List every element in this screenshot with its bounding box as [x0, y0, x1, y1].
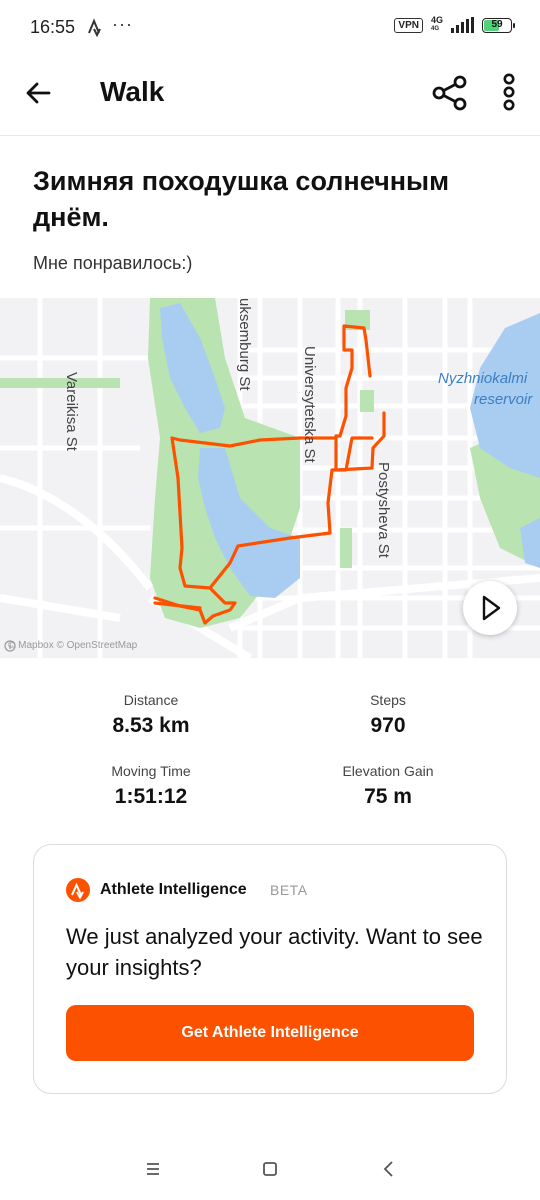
stat-moving-time: Moving Time 1:51:12	[31, 763, 271, 809]
stat-value: 75 m	[364, 785, 412, 808]
map-label-luxemburg-st: uksemburg St	[236, 298, 253, 391]
back-chevron-icon[interactable]	[376, 1156, 402, 1182]
map-label-water-2: reservoir	[474, 391, 533, 408]
activity-title: Зимняя походушка солнечным днём.	[33, 166, 450, 232]
stat-label: Steps	[370, 692, 406, 708]
stat-elevation-gain: Elevation Gain 75 m	[268, 763, 508, 809]
stat-label: Distance	[123, 692, 179, 708]
strava-logo-icon	[66, 878, 90, 902]
more-vertical-icon[interactable]	[496, 72, 522, 112]
beta-badge: BETA	[270, 882, 308, 898]
stat-steps: Steps 970	[268, 692, 508, 738]
map-label-water-1: Nyzhniokalmi	[438, 370, 528, 387]
map-attribution[interactable]: © Mapbox © OpenStreetMap	[4, 640, 138, 652]
status-indicators: VPN 4G 4G 59	[394, 15, 515, 34]
map-label-postysheva-st: Postysheva St	[375, 462, 392, 558]
app-bar: Walk	[0, 56, 540, 136]
map-label-vareikisa-st: Vareikisa St	[63, 372, 80, 451]
stat-value: 8.53 km	[112, 714, 190, 737]
activity-description: Мне понравилось:)	[33, 253, 193, 273]
battery-percent: 59	[491, 18, 503, 30]
play-flyover-button[interactable]	[463, 581, 517, 635]
stat-label: Elevation Gain	[342, 763, 434, 779]
page-title: Walk	[100, 76, 165, 107]
get-athlete-intelligence-button[interactable]: Get Athlete Intelligence	[66, 1005, 474, 1061]
stat-label: Moving Time	[111, 763, 191, 779]
athlete-intelligence-card: Athlete Intelligence BETA We just analyz…	[33, 844, 507, 1094]
network-type: 4G 4G	[430, 15, 443, 33]
status-time: 16:55	[30, 17, 76, 37]
system-nav-bar	[0, 1136, 540, 1200]
map-attribution-text: © Mapbox © OpenStreetMap	[8, 640, 138, 651]
status-more-dots: ···	[112, 14, 133, 34]
status-bar: 16:55 ··· VPN 4G 4G 59	[0, 0, 540, 56]
vpn-icon: VPN	[394, 17, 423, 33]
home-square-icon[interactable]	[257, 1156, 283, 1182]
stat-value: 1:51:12	[114, 785, 188, 808]
map-label-universytetska-st: Universytetska St	[301, 346, 318, 463]
signal-icon	[451, 17, 474, 33]
stat-distance: Distance 8.53 km	[31, 692, 271, 738]
map-canvas	[0, 298, 540, 658]
card-title: Athlete Intelligence	[100, 881, 247, 898]
play-icon	[482, 595, 501, 621]
back-arrow-icon[interactable]	[22, 76, 56, 110]
menu-icon[interactable]	[140, 1156, 166, 1182]
strava-activity-icon	[87, 17, 103, 42]
route-map[interactable]: uksemburg St Universytetska St Vareikisa…	[0, 298, 540, 658]
share-icon[interactable]	[430, 73, 470, 113]
stat-value: 970	[370, 714, 406, 737]
battery-icon: 59	[482, 17, 515, 33]
card-message: We just analyzed your activity. Want to …	[66, 924, 483, 980]
